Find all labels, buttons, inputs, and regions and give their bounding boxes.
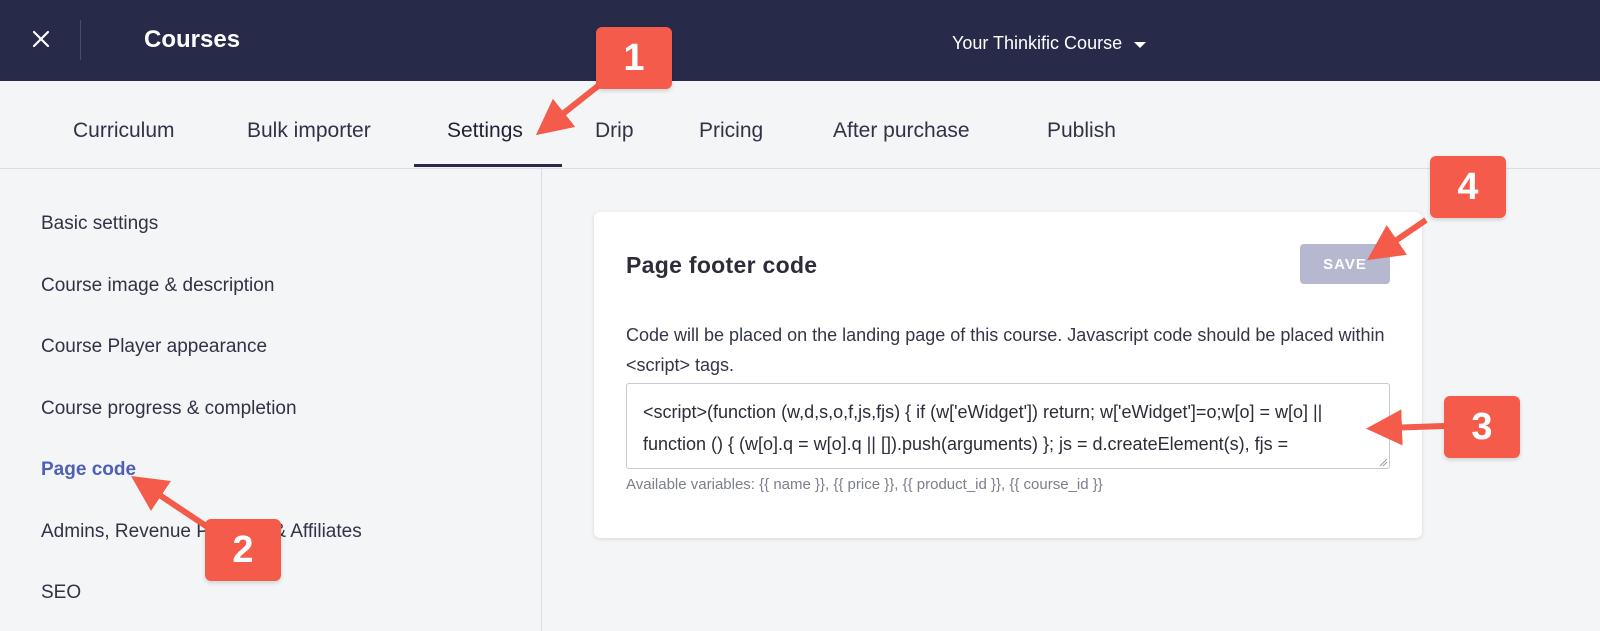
sidebar-item-basic-settings[interactable]: Basic settings — [41, 213, 158, 235]
annotation-badge-2: 2 — [205, 519, 281, 581]
sidebar-item-course-progress-completion[interactable]: Course progress & completion — [41, 398, 297, 420]
sidebar-item-seo[interactable]: SEO — [41, 582, 81, 604]
annotation-badge-3: 3 — [1444, 396, 1520, 458]
tab-curriculum[interactable]: Curriculum — [73, 119, 175, 143]
page-footer-code-card: Page footer code SAVE Code will be place… — [594, 212, 1422, 538]
tab-settings[interactable]: Settings — [447, 119, 523, 143]
course-switcher-label: Your Thinkific Course — [952, 33, 1123, 53]
sidebar-item-course-player-appearance[interactable]: Course Player appearance — [41, 336, 267, 358]
card-description: Code will be placed on the landing page … — [626, 325, 1385, 375]
tab-pricing[interactable]: Pricing — [699, 119, 763, 143]
card-title: Page footer code — [626, 252, 818, 278]
resize-handle-icon[interactable] — [1378, 457, 1388, 467]
top-bar: Courses Your Thinkific Course — [0, 0, 1600, 81]
available-variables-hint: Available variables: {{ name }}, {{ pric… — [626, 476, 1103, 493]
footer-code-textarea[interactable] — [626, 383, 1390, 469]
active-tab-indicator — [414, 164, 562, 167]
caret-down-icon — [1134, 41, 1147, 48]
course-switcher-dropdown[interactable]: Your Thinkific Course — [952, 33, 1147, 54]
sidebar-item-course-image-description[interactable]: Course image & description — [41, 275, 274, 297]
page-title: Courses — [144, 26, 241, 53]
sidebar-item-page-code[interactable]: Page code — [41, 459, 136, 481]
tab-drip[interactable]: Drip — [595, 119, 634, 143]
topbar-divider — [80, 20, 81, 60]
annotation-badge-1: 1 — [596, 27, 672, 89]
close-icon[interactable] — [26, 24, 56, 54]
annotation-badge-4: 4 — [1430, 156, 1506, 218]
course-tabs: Curriculum Bulk importer Settings Drip P… — [0, 81, 1600, 169]
tab-after-purchase[interactable]: After purchase — [833, 119, 970, 143]
sidebar-item-admins-revenue-partners-affiliates[interactable]: Admins, Revenue Partners & Affiliates — [41, 521, 362, 543]
tab-publish[interactable]: Publish — [1047, 119, 1116, 143]
save-button[interactable]: SAVE — [1300, 244, 1390, 284]
tab-bulk-importer[interactable]: Bulk importer — [247, 119, 371, 143]
